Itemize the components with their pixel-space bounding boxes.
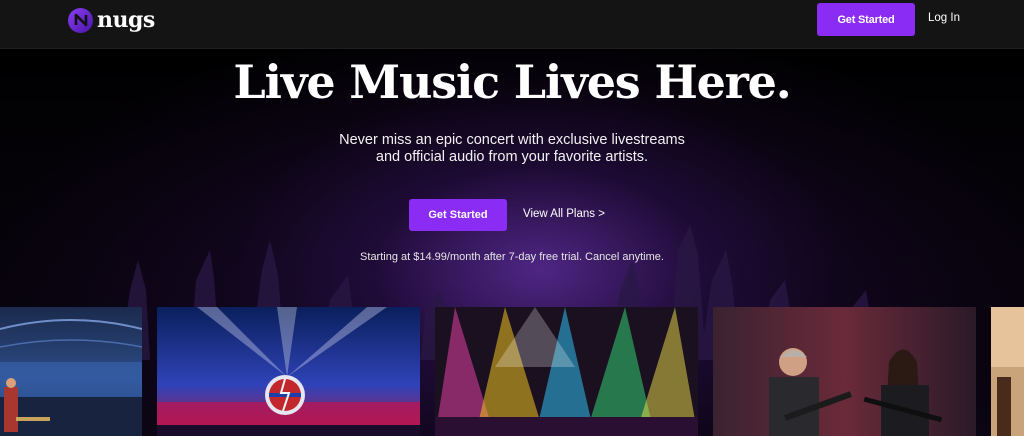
hero-description-line: Never miss an epic concert with exclusiv… (339, 132, 685, 148)
stage-lights-photo[interactable] (435, 307, 698, 436)
hero-section: Live Music Lives Here. Never miss an epi… (0, 50, 1024, 436)
view-all-plans-link[interactable]: View All Plans > (523, 208, 605, 220)
header-get-started-button[interactable]: Get Started (817, 3, 915, 36)
hero-description: Never miss an epic concert with exclusiv… (0, 132, 1024, 166)
hero-get-started-button[interactable]: Get Started (409, 199, 507, 231)
hero-description-line: and official audio from your favorite ar… (375, 149, 649, 165)
nugs-logo-icon (68, 7, 93, 33)
photo-gallery (0, 307, 1024, 436)
stage-skull-logo-photo[interactable] (157, 307, 420, 436)
brand-name: nugs (97, 7, 155, 33)
partial-photo[interactable] (991, 307, 1024, 436)
brand-logo[interactable]: nugs (68, 7, 155, 33)
guitarists-photo[interactable] (713, 307, 976, 436)
hero-headline: Live Music Lives Here. (233, 55, 791, 109)
top-nav: nugs Get Started Log In (0, 0, 1024, 49)
login-link[interactable]: Log In (928, 12, 960, 24)
pricing-note: Starting at $14.99/month after 7-day fre… (360, 251, 664, 263)
stadium-concert-photo[interactable] (0, 307, 142, 436)
